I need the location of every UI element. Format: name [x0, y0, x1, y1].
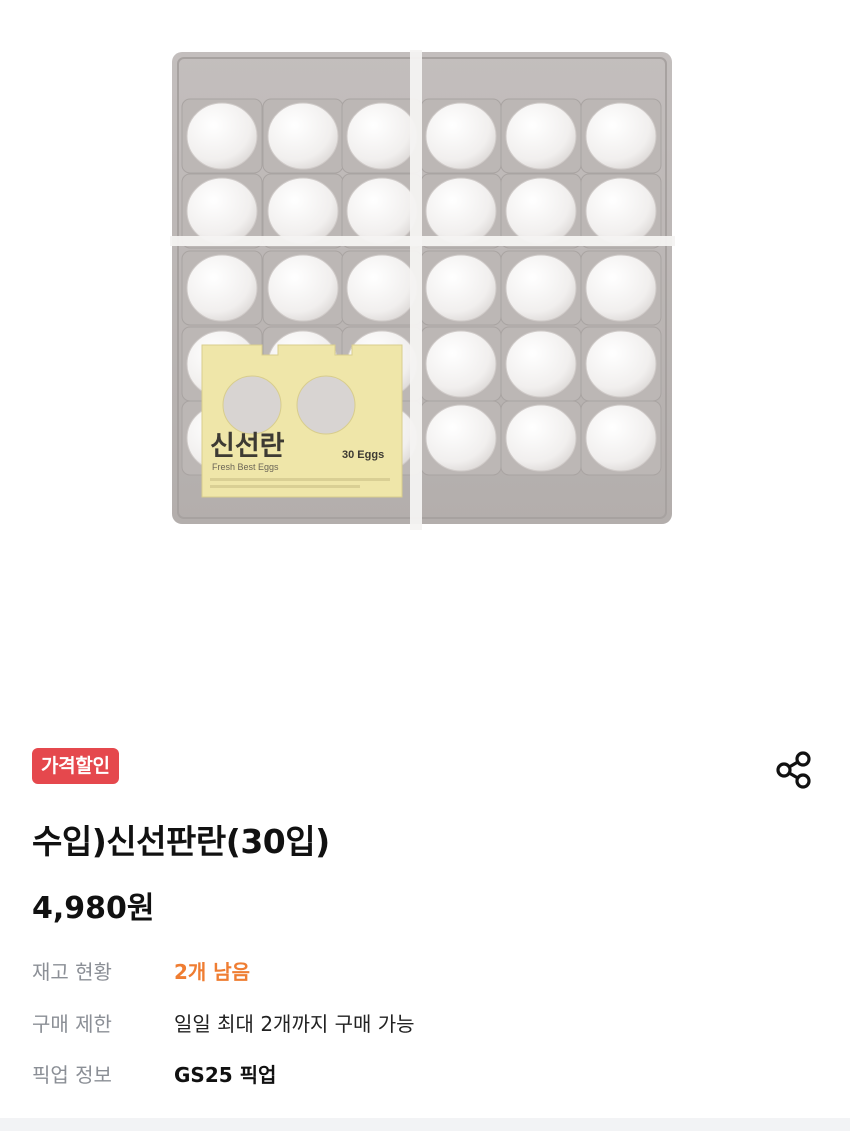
pickup-value: GS25 픽업: [174, 1062, 277, 1087]
egg: [346, 254, 418, 322]
share-button[interactable]: [772, 748, 816, 792]
egg: [346, 102, 418, 170]
purchase-limit-value: 일일 최대 2개까지 구매 가능: [174, 1011, 415, 1036]
package-count-text: 30 Eggs: [342, 449, 384, 461]
share-icon: [776, 751, 811, 789]
package-brand-text: 신선란: [210, 431, 285, 461]
egg: [585, 404, 657, 472]
egg: [186, 102, 258, 170]
egg: [585, 330, 657, 398]
package-sub-text: Fresh Best Eggs: [212, 462, 279, 472]
egg: [585, 254, 657, 322]
stock-label: 재고 현황: [32, 959, 112, 984]
product-title: 수입)신선판란(30입): [32, 822, 330, 861]
egg: [267, 177, 339, 245]
stock-value: 2개 남음: [174, 959, 251, 984]
egg: [186, 177, 258, 245]
egg: [425, 330, 497, 398]
purchase-limit-label: 구매 제한: [32, 1011, 112, 1036]
egg: [585, 177, 657, 245]
egg: [505, 177, 577, 245]
product-image: 신선란 Fresh Best Eggs 30 Eggs: [170, 50, 675, 530]
egg: [505, 404, 577, 472]
egg: [505, 254, 577, 322]
egg: [425, 404, 497, 472]
discount-badge: 가격할인: [32, 748, 119, 784]
egg: [425, 254, 497, 322]
pickup-label: 픽업 정보: [32, 1062, 112, 1087]
info-row-stock: 재고 현황 2개 남음: [32, 955, 250, 985]
egg: [585, 102, 657, 170]
product-image-area: 신선란 Fresh Best Eggs 30 Eggs: [0, 0, 850, 700]
egg: [346, 177, 418, 245]
egg: [425, 102, 497, 170]
egg: [425, 177, 497, 245]
egg: [505, 102, 577, 170]
egg: [267, 102, 339, 170]
egg: [186, 254, 258, 322]
info-row-pickup: 픽업 정보 GS25 픽업: [32, 1058, 276, 1088]
info-row-purchase-limit: 구매 제한 일일 최대 2개까지 구매 가능: [32, 1007, 415, 1037]
section-divider: [0, 1118, 850, 1131]
product-price: 4,980원: [32, 891, 155, 926]
egg: [267, 254, 339, 322]
egg: [505, 330, 577, 398]
